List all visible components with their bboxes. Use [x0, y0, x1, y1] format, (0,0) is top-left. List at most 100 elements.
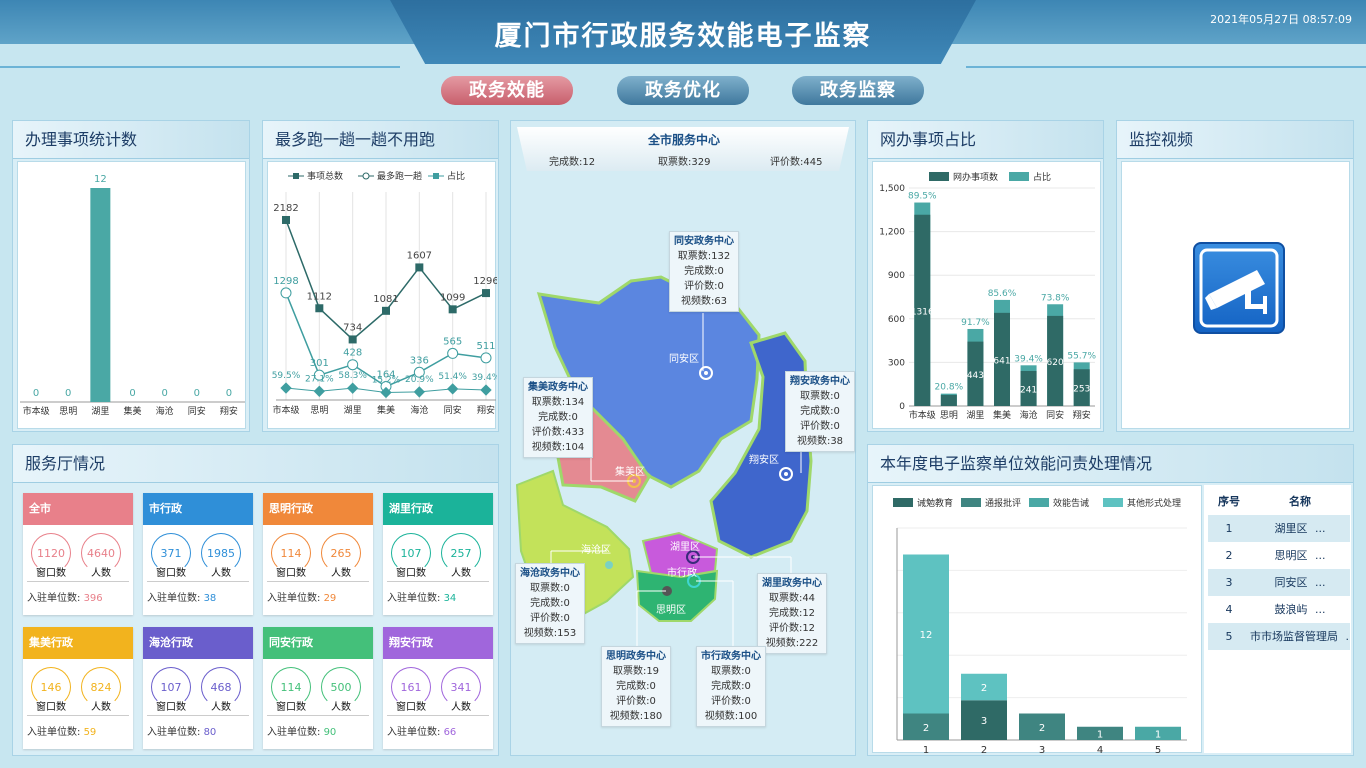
ratio-label: 39.4% [1014, 354, 1043, 364]
hall-card[interactable]: 湖里行政 107 257 窗口数 人数 入驻单位数: 34 [383, 493, 493, 615]
hall-card[interactable]: 海沧行政 107 468 窗口数 人数 入驻单位数: 80 [143, 627, 253, 749]
legend-marker [1009, 172, 1029, 181]
point-ratio [480, 384, 492, 396]
label-runonce: 428 [343, 348, 362, 359]
table-row[interactable]: 1 湖里区 ... [1208, 515, 1350, 542]
hall-card-divider [267, 715, 369, 716]
ratio-label: 89.5% [908, 192, 937, 202]
hall-units-value: 396 [83, 593, 103, 604]
hall-card-divider [27, 715, 129, 716]
map-box-title: 同安政务中心 [674, 236, 734, 247]
label-ratio: 39.4% [472, 373, 497, 383]
rank-table-body: 1 湖里区 ... 2 思明区 ... 3 同安区 ... 4 鼓浪屿 ... 5 市市场监督管理… [1208, 515, 1350, 650]
bar-value-label: 0 [226, 388, 232, 399]
bar-value-label: 641 [993, 356, 1010, 366]
ratio-label: 91.7% [961, 318, 990, 328]
label-ratio: 20.9% [405, 375, 434, 385]
map-label-jimei: 集美区 [615, 467, 645, 478]
page-title: 厦门市行政服务效能电子监察 [494, 21, 872, 52]
map-box-siming[interactable]: 思明政务中心 取票数:19 完成数:0 评价数:0 视频数:180 [601, 646, 671, 727]
label-total: 1112 [307, 291, 332, 302]
hall-windows-label: 窗口数 [156, 568, 186, 579]
map-box-title: 思明政务中心 [606, 651, 666, 662]
bar-online [940, 394, 957, 406]
bar-value-label: 0 [65, 388, 71, 399]
map-box-line: 完成数:0 [530, 598, 570, 609]
map-label-huli: 湖里区 [670, 542, 700, 553]
tab-optimization[interactable]: 政务优化 [617, 76, 749, 105]
map-box-haicang[interactable]: 海沧政务中心 取票数:0 完成数:0 评价数:0 视频数:153 [515, 563, 585, 644]
legend-marker [433, 173, 439, 179]
camera-icon[interactable] [1193, 242, 1285, 334]
hall-card[interactable]: 市行政 371 1985 窗口数 人数 入驻单位数: 38 [143, 493, 253, 615]
legend-marker [961, 498, 981, 507]
x-tick-label: 市本级 [272, 404, 299, 416]
hall-card-title: 思明行政 [263, 493, 373, 525]
x-tick-label: 集美 [993, 409, 1011, 421]
map-box-line: 评价数:0 [711, 696, 751, 707]
map-box-line: 视频数:180 [609, 711, 663, 722]
hall-card[interactable]: 同安行政 114 500 窗口数 人数 入驻单位数: 90 [263, 627, 373, 749]
legend-marker [1029, 498, 1049, 507]
hall-people-label: 人数 [91, 702, 111, 713]
bar-segment-label: 2 [923, 723, 929, 734]
legend-label: 网办事项数 [953, 171, 998, 183]
hall-card-title: 集美行政 [23, 627, 133, 659]
x-tick-label: 集美 [123, 405, 141, 417]
x-tick-label: 湖里 [966, 410, 984, 421]
tab-supervision[interactable]: 政务监察 [792, 76, 924, 105]
table-row[interactable]: 5 市市场监督管理局 ... [1208, 623, 1350, 650]
hall-units: 入驻单位数: 29 [267, 593, 337, 604]
hall-windows-label: 窗口数 [156, 702, 186, 713]
hall-units: 入驻单位数: 34 [387, 593, 457, 604]
map-box-line: 评价数:433 [531, 427, 585, 438]
map-box-title: 集美政务中心 [528, 382, 588, 393]
map-box-tongan[interactable]: 同安政务中心 取票数:132 完成数:0 评价数:0 视频数:63 [669, 231, 739, 312]
map-box-line: 评价数:0 [684, 281, 724, 292]
hall-people-label: 人数 [451, 702, 471, 713]
online-chart-area: 网办事项数 占比 0 300 600 900 1,200 1,500 1316 89.5% 市本级 7… [872, 161, 1101, 429]
hall-card[interactable]: 思明行政 114 265 窗口数 人数 入驻单位数: 29 [263, 493, 373, 615]
map-box-shixingzheng[interactable]: 市行政务中心 取票数:0 完成数:0 评价数:0 视频数:100 [696, 646, 766, 727]
table-row[interactable]: 3 同安区 ... [1208, 569, 1350, 596]
hall-card[interactable]: 全市 1120 4640 窗口数 人数 入驻单位数: 396 [23, 493, 133, 615]
stats-panel: 办理事项统计数 0 市本级 0 思明 12 湖里 0 集美 0 海沧 0 同安 0 翔安 [12, 120, 250, 432]
header: 厦门市行政服务效能电子监察 2021年05月27日 08:57:09 [0, 0, 1366, 70]
point-ratio [413, 386, 425, 398]
hall-windows-label: 窗口数 [396, 702, 426, 713]
map-label-shixingzheng: 市行政 [667, 568, 697, 579]
datetime: 2021年05月27日 08:57:09 [1210, 13, 1352, 26]
tab-efficiency[interactable]: 政务效能 [441, 76, 573, 105]
label-ratio: 51.4% [438, 372, 467, 382]
hall-people-label: 人数 [211, 568, 231, 579]
hall-card[interactable]: 集美行政 146 824 窗口数 人数 入驻单位数: 59 [23, 627, 133, 749]
map-box-line: 评价数:0 [800, 421, 840, 432]
hall-card[interactable]: 翔安行政 161 341 窗口数 人数 入驻单位数: 66 [383, 627, 493, 749]
bar-value-label: 1316 [911, 307, 934, 317]
map-box-huli[interactable]: 湖里政务中心 取票数:44 完成数:12 评价数:12 视频数:222 [757, 573, 827, 654]
accountability-chart-area: 诫勉教育 通报批评 效能告诫 其他形式处理 2 12 1 3 2 2 2 3 1 4 1 5 [872, 485, 1202, 756]
bar-segment-label: 12 [920, 630, 933, 641]
x-tick-label: 集美 [377, 404, 395, 416]
hall-people-label: 人数 [331, 568, 351, 579]
stats-title: 办理事项统计数 [13, 121, 249, 159]
x-tick-label: 同安 [1046, 409, 1064, 421]
map-box-line: 取票数:44 [768, 593, 816, 604]
label-runonce: 301 [310, 358, 329, 369]
legend-label: 其他形式处理 [1127, 497, 1181, 509]
rank-index: 4 [1225, 603, 1233, 616]
hall-people-label: 人数 [451, 568, 471, 579]
map-box-jimei[interactable]: 集美政务中心 取票数:134 完成数:0 评价数:433 视频数:104 [523, 377, 593, 458]
run-once-panel: 最多跑一趟一趟不用跑 事项总数 最多跑一趟 占比 2182 1298 59.5% 市本级 11… [262, 120, 501, 432]
header-line-right [966, 66, 1366, 68]
map-box-line: 视频数:63 [680, 296, 728, 307]
x-tick-label: 海沧 [1020, 409, 1038, 421]
rank-name: 鼓浪屿 ... [1274, 603, 1326, 616]
map-box-line: 完成数:0 [538, 412, 578, 423]
legend-marker [929, 172, 949, 181]
table-row[interactable]: 2 思明区 ... [1208, 542, 1350, 569]
hall-units: 入驻单位数: 396 [27, 593, 103, 604]
map-box-xiangan[interactable]: 翔安政务中心 取票数:0 完成数:0 评价数:0 视频数:38 [785, 371, 855, 452]
map-box-line: 完成数:0 [684, 266, 724, 277]
table-row[interactable]: 4 鼓浪屿 ... [1208, 596, 1350, 623]
